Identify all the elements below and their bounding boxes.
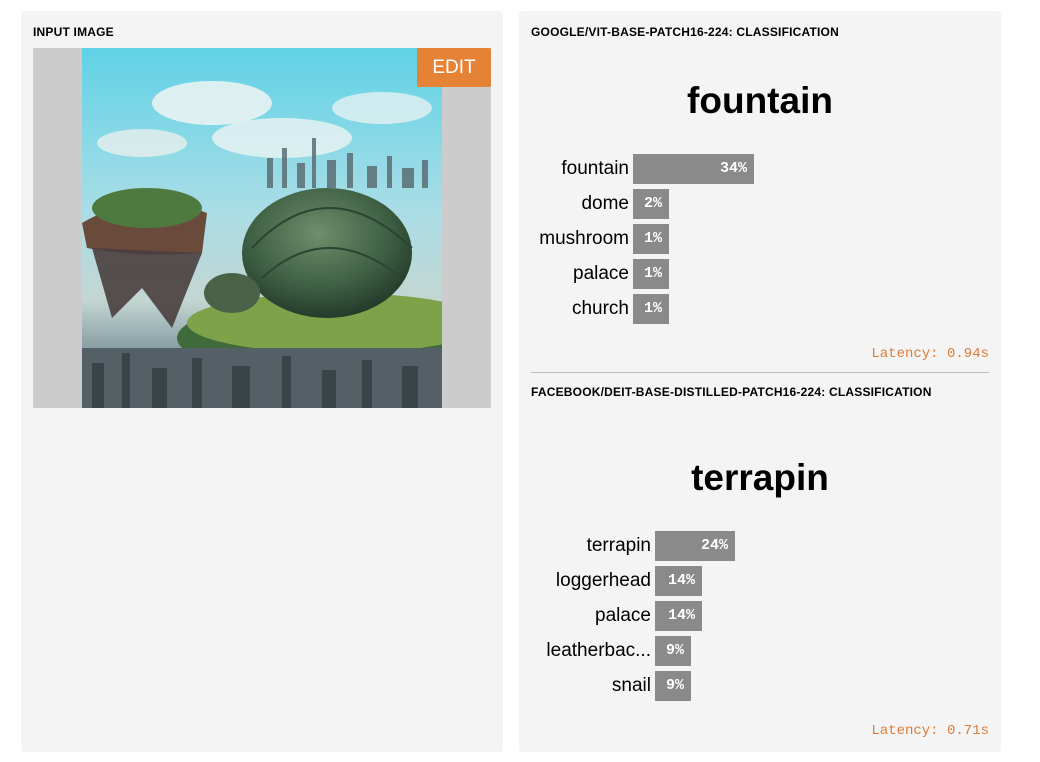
model-1-latency: Latency: 0.94s — [871, 346, 989, 362]
output-panel: GOOGLE/VIT-BASE-PATCH16-224: CLASSIFICAT… — [519, 11, 1001, 752]
input-panel-title: INPUT IMAGE — [33, 25, 114, 39]
prediction-bar: 2% — [633, 189, 669, 219]
prediction-label: terrapin — [586, 535, 651, 556]
prediction-bar: 24% — [655, 531, 735, 561]
prediction-bar: 1% — [633, 259, 669, 289]
input-panel: INPUT IMAGE EDIT — [21, 11, 503, 752]
prediction-label: palace — [573, 263, 629, 284]
prediction-label: dome — [581, 193, 629, 214]
model-2-latency: Latency: 0.71s — [871, 723, 989, 739]
input-image-frame — [33, 48, 491, 408]
prediction-label: snail — [611, 675, 651, 696]
prediction-label: palace — [595, 605, 651, 626]
prediction-bar: 34% — [633, 154, 754, 184]
input-image[interactable] — [82, 48, 442, 408]
prediction-label: leatherbac... — [546, 640, 651, 661]
prediction-label: mushroom — [539, 228, 629, 249]
model-2-title: FACEBOOK/DEIT-BASE-DISTILLED-PATCH16-224… — [531, 385, 932, 399]
section-divider — [531, 372, 989, 373]
prediction-label: loggerhead — [555, 570, 651, 591]
model-2-top-label: terrapin — [691, 457, 829, 498]
edit-button[interactable]: EDIT — [417, 48, 491, 87]
prediction-bar: 9% — [655, 671, 691, 701]
prediction-bar: 1% — [633, 294, 669, 324]
prediction-bar: 14% — [655, 601, 702, 631]
prediction-bar: 14% — [655, 566, 702, 596]
prediction-label: fountain — [561, 158, 629, 179]
model-1-top-label: fountain — [687, 80, 833, 121]
prediction-bar: 9% — [655, 636, 691, 666]
model-1-title: GOOGLE/VIT-BASE-PATCH16-224: CLASSIFICAT… — [531, 25, 839, 39]
prediction-label: church — [571, 298, 629, 319]
prediction-bar: 1% — [633, 224, 669, 254]
